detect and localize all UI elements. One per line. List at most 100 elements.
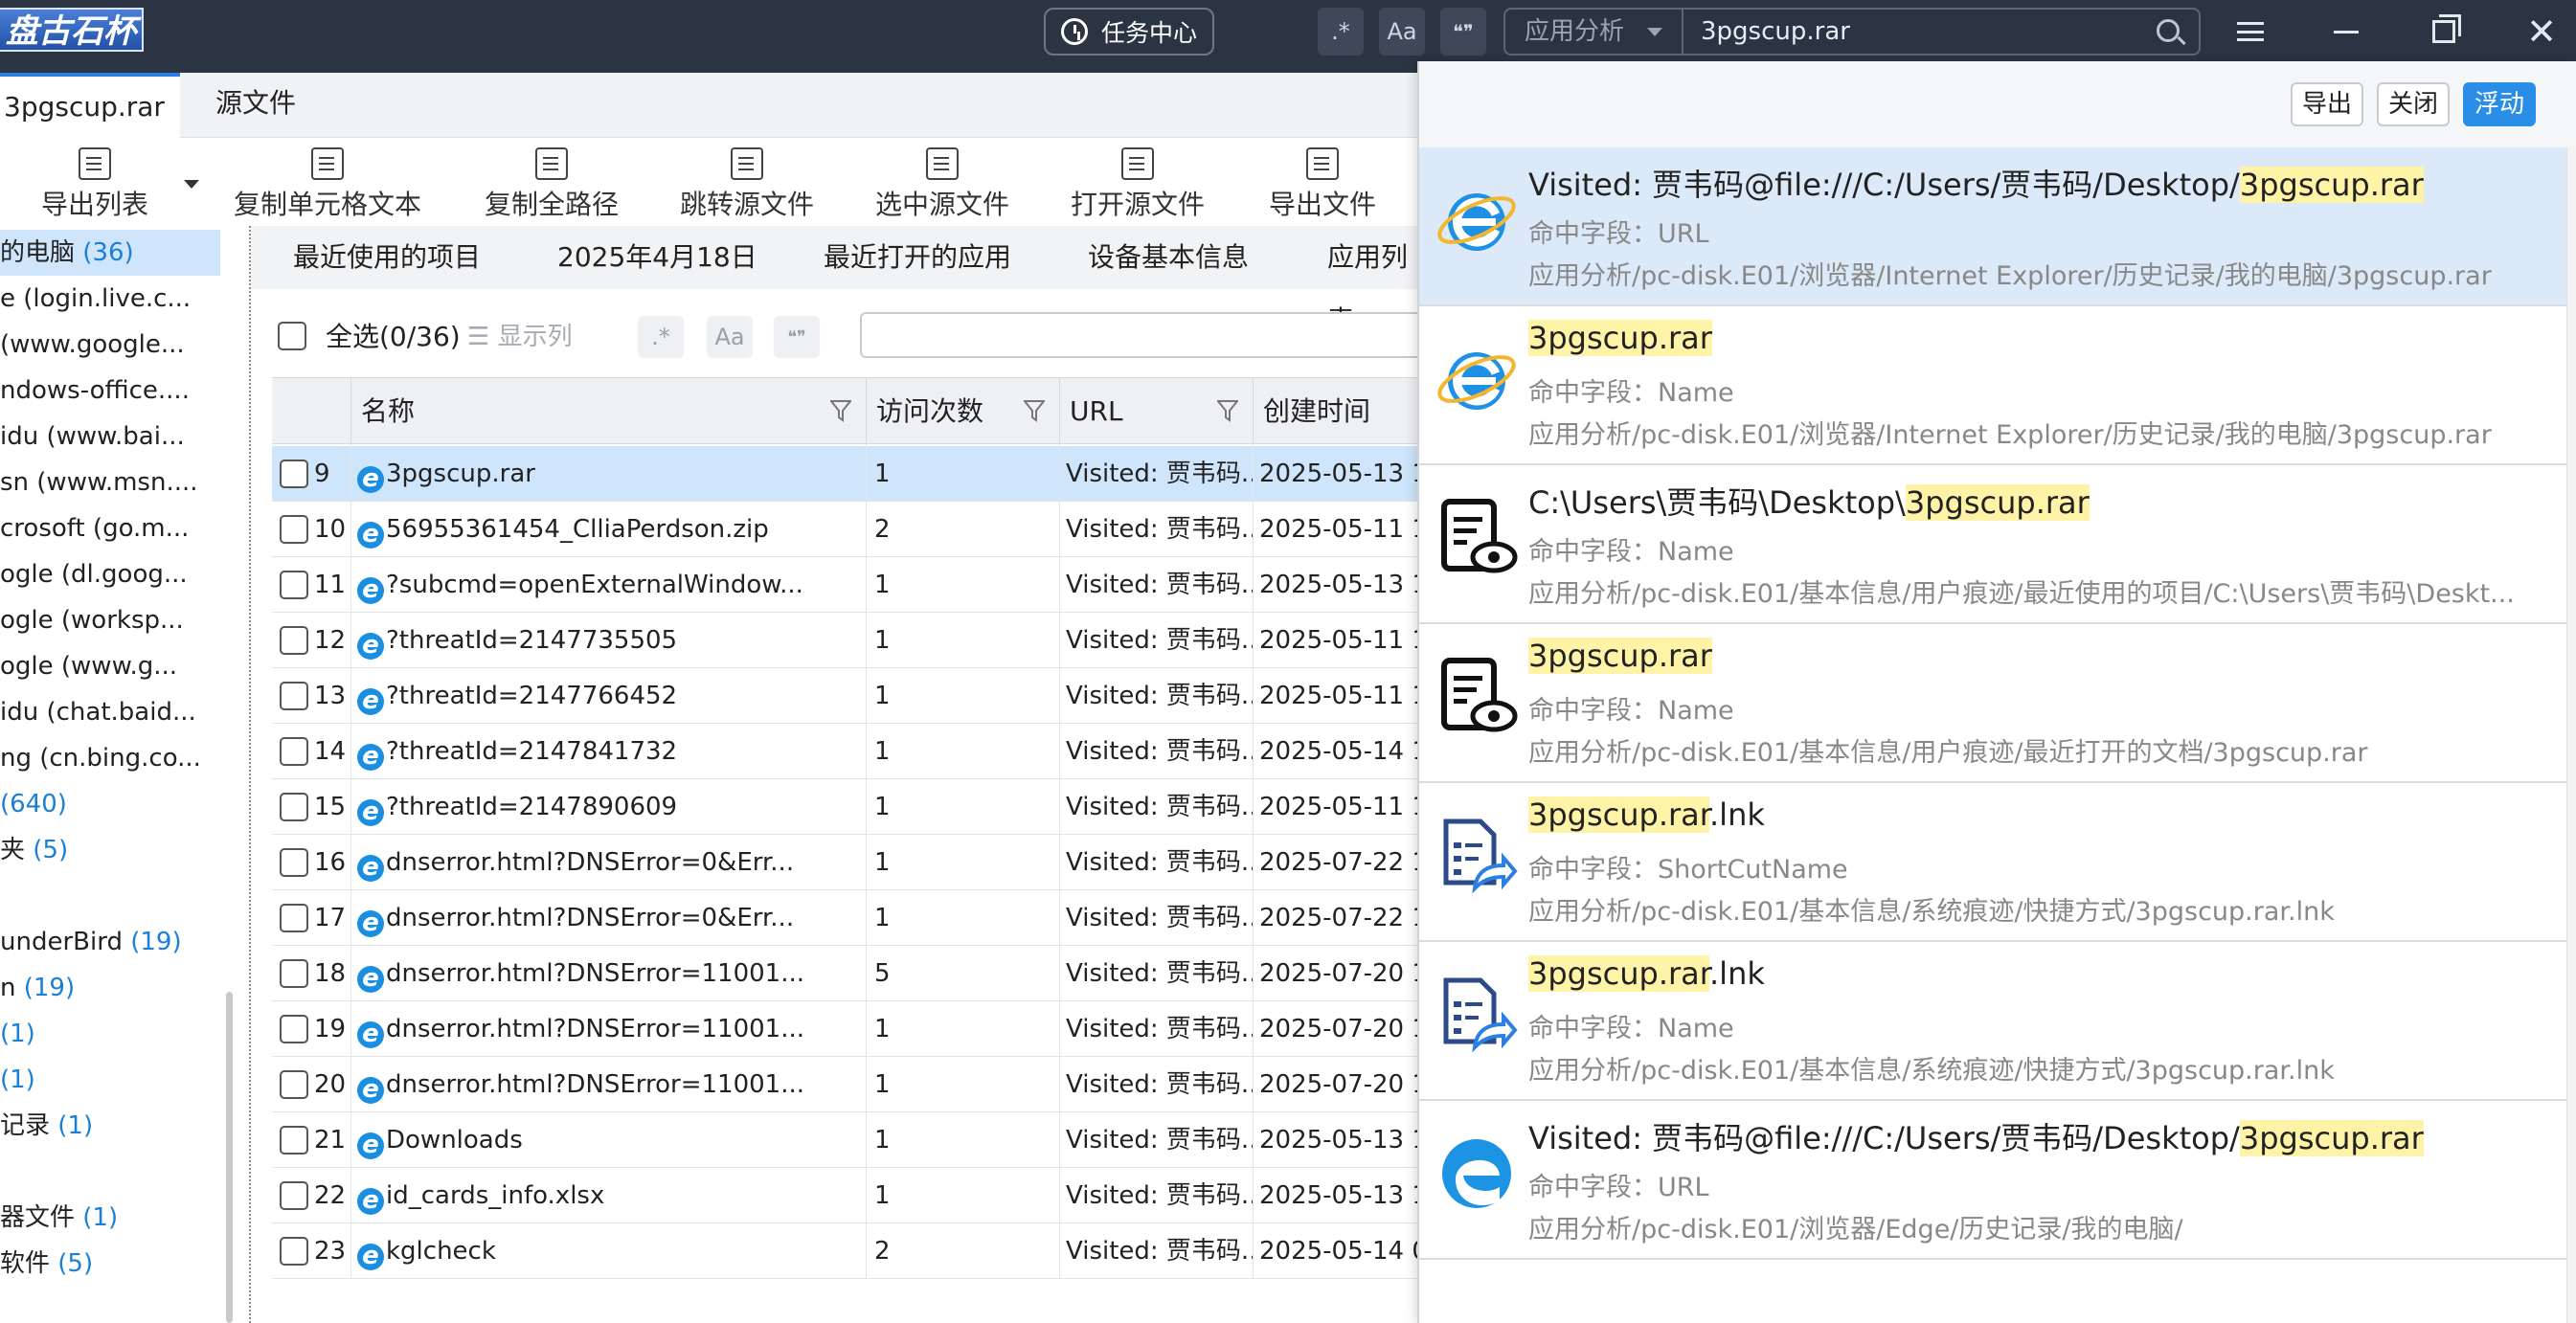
tree-item[interactable]: 的电脑 (36) [0, 230, 220, 276]
table-row[interactable]: 11 e ?subcmd=openExternalWindow... 1 Visited… [272, 557, 1417, 613]
tree-scrollbar[interactable] [226, 992, 233, 1323]
table-row[interactable]: 15 e ?threatId=2147890609 1 Visited: 贾韦码... 2… [272, 779, 1417, 835]
menu-button[interactable] [2222, 8, 2279, 56]
tree-item[interactable]: ndows-office.... [0, 368, 220, 414]
export-button[interactable]: 导出 [2291, 82, 2364, 126]
filter-icon[interactable] [1217, 399, 1238, 422]
subtab-device-info[interactable]: 设备基本信息 [1088, 226, 1249, 289]
subtab-app-list[interactable]: 应用列表 [1327, 226, 1417, 336]
row-checkbox[interactable] [280, 682, 308, 710]
tree-item[interactable]: sn (www.msn.... [0, 460, 220, 505]
select-all-checkbox[interactable] [278, 322, 306, 350]
tree-item[interactable]: 器文件 (1) [0, 1195, 220, 1241]
open-source-button[interactable]: 打开源文件 [1067, 147, 1209, 224]
tree-item[interactable]: 记录 (1) [0, 1103, 220, 1149]
task-center-button[interactable]: 任务中心 [1044, 8, 1214, 56]
tree-item[interactable]: idu (chat.baid... [0, 689, 220, 735]
row-checkbox[interactable] [280, 793, 308, 821]
result-item[interactable]: 3pgscup.rar.lnk 命中字段：ShortCutName 应用分析/pc-… [1419, 783, 2566, 942]
tree-item[interactable]: crosoft (go.m... [0, 505, 220, 551]
search-icon[interactable] [2157, 19, 2180, 42]
tree-item[interactable]: (1) [0, 1011, 220, 1057]
tree-item[interactable]: underBird (19) [0, 919, 220, 965]
tree-item[interactable] [0, 873, 220, 919]
table-row[interactable]: 10 e 56955361454_ClliaPerdson.zip 2 Visited:… [272, 502, 1417, 557]
subtab-recent-items[interactable]: 最近使用的项目 [293, 226, 481, 289]
result-item[interactable]: Visited: 贾韦码@file:///C:/Users/贾韦码/Deskto… [1419, 147, 2566, 306]
subtab-recent-apps[interactable]: 最近打开的应用 [824, 226, 1011, 289]
table-row[interactable]: 13 e ?threatId=2147766452 1 Visited: 贾韦码... 2… [272, 668, 1417, 724]
panel-scrollbar[interactable] [2566, 147, 2576, 1323]
col-created-header[interactable]: 创建时间 [1253, 378, 1417, 445]
whole-word-toggle[interactable]: ❝❞ [1440, 8, 1486, 56]
export-file-button[interactable]: 导出文件 [1262, 147, 1383, 224]
table-row[interactable]: 12 e ?threatId=2147735505 1 Visited: 贾韦码... 2… [272, 613, 1417, 668]
table-row[interactable]: 16 e dnserror.html?DNSError=0&Err... 1 Visit… [272, 835, 1417, 890]
table-row[interactable]: 22 e id_cards_info.xlsx 1 Visited: 贾韦码... 202… [272, 1168, 1417, 1223]
tree-item[interactable]: (1) [0, 1057, 220, 1103]
minimize-button[interactable] [2317, 8, 2375, 56]
table-row[interactable]: 17 e dnserror.html?DNSError=0&Err... 1 Visit… [272, 890, 1417, 946]
tree-item[interactable]: (640) [0, 781, 220, 827]
row-checkbox[interactable] [280, 737, 308, 766]
export-list-button[interactable]: 导出列表 [34, 147, 155, 224]
tree-item[interactable]: n (19) [0, 965, 220, 1011]
subtab-date[interactable]: 2025年4月18日 [557, 226, 757, 289]
row-checkbox[interactable] [280, 1015, 308, 1043]
search-input[interactable]: 3pgscup.rar [1701, 10, 1850, 54]
filter-regex-toggle[interactable]: .* [638, 316, 684, 358]
filter-word-toggle[interactable]: ❝❞ [774, 316, 820, 358]
table-row[interactable]: 14 e ?threatId=2147841732 1 Visited: 贾韦码... 2… [272, 724, 1417, 779]
close-button[interactable]: ✕ [2513, 8, 2570, 56]
tab-source-file[interactable]: 源文件 [215, 73, 321, 138]
result-item[interactable]: 3pgscup.rar 命中字段：Name 应用分析/pc-disk.E01/基本信… [1419, 624, 2566, 783]
tree-item[interactable]: ng (cn.bing.co... [0, 735, 220, 781]
filter-icon[interactable] [830, 399, 851, 422]
result-item[interactable]: C:\Users\贾韦码\Desktop\3pgscup.rar 命中字段：Nam… [1419, 465, 2566, 624]
row-checkbox[interactable] [280, 1126, 308, 1155]
row-checkbox[interactable] [280, 571, 308, 599]
copy-full-path-button[interactable]: 复制全路径 [479, 147, 624, 224]
col-url-header[interactable]: URL [1059, 378, 1253, 445]
row-checkbox[interactable] [280, 959, 308, 988]
col-name-header[interactable]: 名称 [350, 378, 866, 445]
table-row[interactable]: 18 e dnserror.html?DNSError=11001... 5 Visit… [272, 946, 1417, 1001]
row-checkbox[interactable] [280, 904, 308, 932]
tree-item[interactable]: 软件 (5) [0, 1241, 220, 1287]
row-checkbox[interactable] [280, 1237, 308, 1266]
row-checkbox[interactable] [280, 515, 308, 544]
col-visits-header[interactable]: 访问次数 [866, 378, 1059, 445]
filter-case-toggle[interactable]: Aa [707, 316, 753, 358]
filter-icon[interactable] [1024, 399, 1045, 422]
tree-item[interactable]: ogle (dl.goog... [0, 551, 220, 597]
tree-item[interactable]: ogle (www.g... [0, 643, 220, 689]
tree-item[interactable]: e (login.live.c... [0, 276, 220, 322]
case-toggle[interactable]: Aa [1379, 8, 1425, 56]
row-checkbox[interactable] [280, 1181, 308, 1210]
show-columns-button[interactable]: ☰ 显示列 [467, 316, 573, 358]
tree-item[interactable]: idu (www.bai... [0, 414, 220, 460]
result-item[interactable]: Visited: 贾韦码@file:///C:/Users/贾韦码/Deskto… [1419, 1101, 2566, 1260]
maximize-button[interactable] [2415, 8, 2473, 56]
float-button[interactable]: 浮动 [2463, 82, 2537, 126]
table-row[interactable]: 21eDownloads1Visited: 贾韦码...2025-05-13 1… [272, 1112, 1417, 1168]
row-checkbox[interactable] [280, 460, 308, 488]
jump-source-button[interactable]: 跳转源文件 [676, 147, 818, 224]
export-dropdown-icon[interactable] [184, 180, 199, 189]
row-checkbox[interactable] [280, 1070, 308, 1099]
row-checkbox[interactable] [280, 626, 308, 655]
row-checkbox[interactable] [280, 848, 308, 877]
tree-item[interactable]: (www.google... [0, 322, 220, 368]
table-row[interactable]: 9 e 3pgscup.rar 1 Visited: 贾韦码... 2025-05-13 … [272, 446, 1417, 502]
result-item[interactable]: 3pgscup.rar 命中字段：Name 应用分析/pc-disk.E01/浏览器… [1419, 306, 2566, 465]
copy-cell-text-button[interactable]: 复制单元格文本 [230, 147, 425, 224]
table-row[interactable]: 20 e dnserror.html?DNSError=11001... 1 Visit… [272, 1057, 1417, 1112]
search-scope-dropdown[interactable]: 应用分析 [1505, 10, 1683, 54]
select-source-button[interactable]: 选中源文件 [871, 147, 1013, 224]
result-item[interactable]: 3pgscup.rar.lnk 命中字段：Name 应用分析/pc-disk.E01… [1419, 942, 2566, 1101]
tree-item[interactable] [0, 1149, 220, 1195]
tree-item[interactable]: 夹 (5) [0, 827, 220, 873]
close-panel-button[interactable]: 关闭 [2377, 82, 2451, 126]
tree-item[interactable]: ogle (worksp... [0, 597, 220, 643]
tab-3pgscup[interactable]: 3pgscup.rar [0, 73, 180, 138]
